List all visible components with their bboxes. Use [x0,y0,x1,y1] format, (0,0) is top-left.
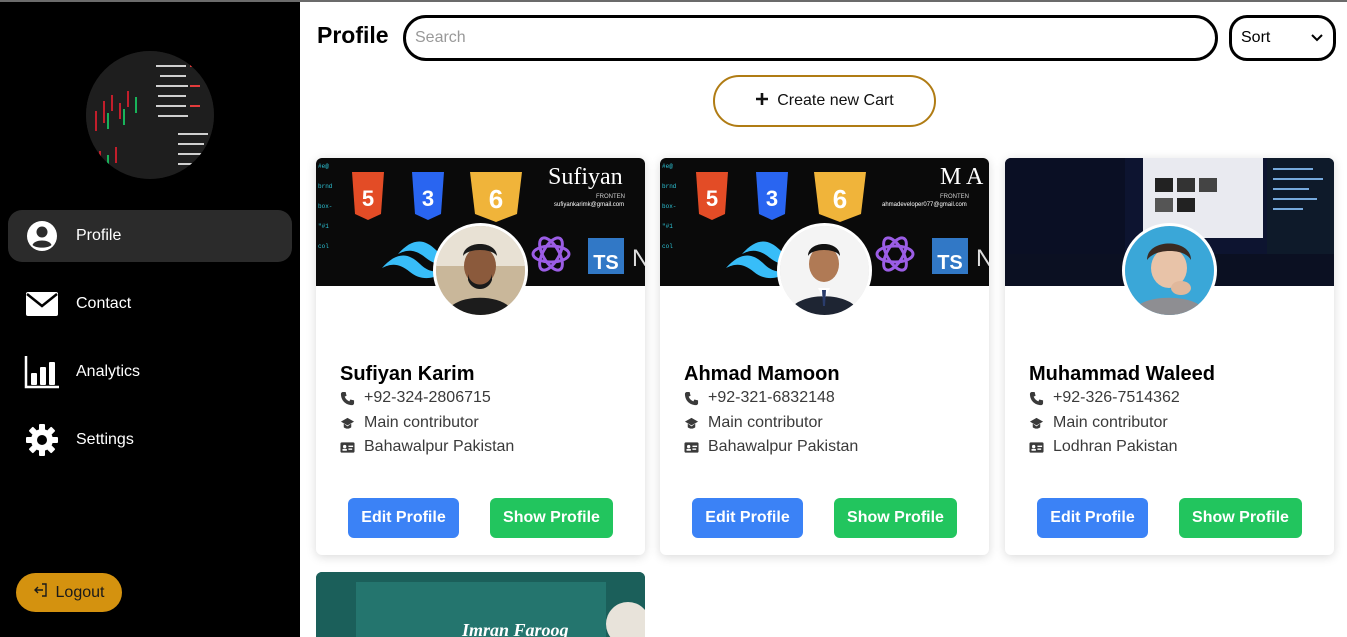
avatar [777,223,872,318]
card-location: Lodhran Pakistan [1029,438,1178,456]
id-card-icon [1029,441,1044,453]
logout-label: Logout [55,583,105,601]
svg-text:TS: TS [593,252,619,274]
svg-text:TS: TS [937,252,963,274]
graduation-cap-icon [684,417,699,429]
logout-button[interactable]: Logout [16,573,122,612]
svg-text:box-: box- [318,203,332,210]
svg-text:3: 3 [422,186,434,211]
svg-text:col: col [662,243,673,250]
sidebar-item-label: Settings [76,431,134,448]
svg-text:N: N [632,245,645,272]
sidebar-item-analytics[interactable]: Analytics [8,346,292,398]
card-role: Main contributor [1029,414,1168,432]
show-profile-button[interactable]: Show Profile [1179,498,1302,538]
svg-text:"#1: "#1 [662,223,673,230]
svg-text:#e@: #e@ [318,163,329,170]
sidebar-item-label: Contact [76,295,132,312]
user-circle-icon [24,218,60,254]
phone-icon [684,391,699,405]
sort-select[interactable]: Sort [1229,15,1336,61]
svg-text:col: col [318,243,329,250]
create-label: Create new Cart [777,92,894,109]
sort-label: Sort [1241,29,1271,46]
svg-text:#e@: #e@ [662,163,673,170]
banner-email: sufiyankarimk@gmail.com [554,202,624,208]
edit-profile-button[interactable]: Edit Profile [348,498,459,538]
sidebar: Profile Contact Analytics Settings Logou… [0,2,300,637]
card-location: Bahawalpur Pakistan [684,438,858,456]
sidebar-item-label: Analytics [76,363,141,380]
svg-text:6: 6 [833,184,847,214]
card-role: Main contributor [340,414,479,432]
envelope-icon [24,286,60,322]
banner-email: ahmadeveloper077@gmail.com [882,202,967,208]
banner-subtitle: FRONTEN [940,194,969,200]
logout-icon [33,583,48,602]
svg-text:5: 5 [706,186,718,211]
graduation-cap-icon [1029,417,1044,429]
page-title: Profile [317,22,389,48]
svg-text:box-: box- [662,203,676,210]
edit-profile-button[interactable]: Edit Profile [692,498,803,538]
id-card-icon [684,441,699,453]
banner-title: Imran Farooq [461,620,569,637]
create-new-cart-button[interactable]: Create new Cart [713,75,936,127]
sidebar-avatar [86,51,214,179]
card-role: Main contributor [684,414,823,432]
sidebar-item-contact[interactable]: Contact [8,278,292,330]
svg-text:5: 5 [362,186,374,211]
sidebar-item-profile[interactable]: Profile [8,210,292,262]
profile-card: Imran Farooq [316,572,645,637]
graduation-cap-icon [340,417,355,429]
profile-card: #e@ brnd box- "#1 col 5 3 6 Sufiyan FRONTEN … [316,158,645,555]
plus-icon [755,92,769,111]
profile-card: Muhammad Waleed +92-326-7514362 Main con… [1005,158,1334,555]
card-phone: +92-321-6832148 [684,389,835,407]
svg-text:brnd: brnd [318,183,333,190]
banner-title: Sufiyan [548,164,623,190]
profile-card: #e@ brnd box- "#1 col 5 3 6 M A FRONTEN ahma… [660,158,989,555]
sidebar-item-settings[interactable]: Settings [8,414,292,466]
svg-text:6: 6 [489,184,503,214]
bar-chart-icon [24,354,60,390]
id-card-icon [340,441,355,453]
card-name: Muhammad Waleed [1029,363,1215,385]
card-name: Sufiyan Karim [340,363,475,385]
phone-icon [1029,391,1044,405]
card-phone: +92-324-2806715 [340,389,491,407]
main-content: Profile Sort Create new Cart #e@ brnd box-… [300,2,1347,637]
avatar [433,223,528,318]
svg-text:N: N [976,245,989,272]
banner-subtitle: FRONTEN [596,194,625,200]
show-profile-button[interactable]: Show Profile [834,498,957,538]
banner-title: M A [940,164,984,190]
search-input[interactable] [403,15,1218,61]
card-location: Bahawalpur Pakistan [340,438,514,456]
phone-icon [340,391,355,405]
svg-text:brnd: brnd [662,183,677,190]
card-name: Ahmad Mamoon [684,363,840,385]
svg-text:3: 3 [766,186,778,211]
edit-profile-button[interactable]: Edit Profile [1037,498,1148,538]
chevron-down-icon [1311,29,1323,47]
show-profile-button[interactable]: Show Profile [490,498,613,538]
avatar [1122,223,1217,318]
card-phone: +92-326-7514362 [1029,389,1180,407]
svg-text:"#1: "#1 [318,223,329,230]
gear-icon [24,422,60,458]
sidebar-item-label: Profile [76,227,122,244]
